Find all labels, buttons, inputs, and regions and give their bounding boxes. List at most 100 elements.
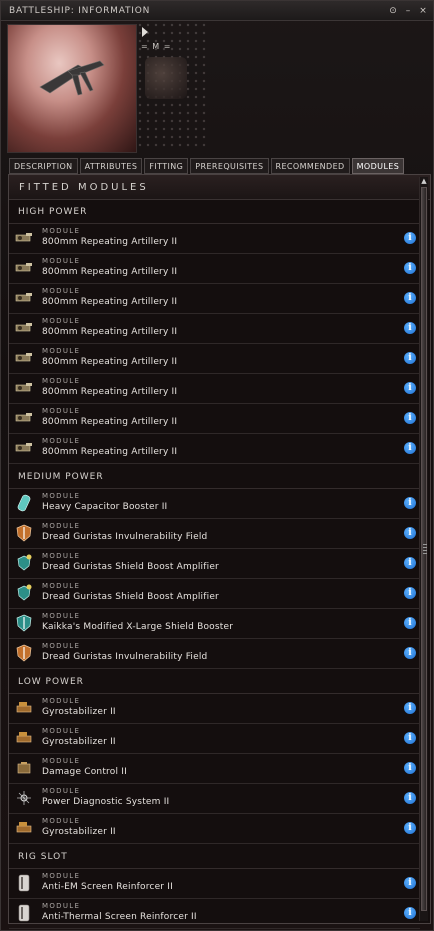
module-row[interactable]: MODULE 800mm Repeating Artillery II i [9, 374, 420, 404]
damage-control-icon[interactable] [14, 758, 34, 778]
info-icon[interactable]: i [404, 527, 416, 539]
artillery-icon[interactable] [14, 408, 34, 428]
tab-fitting[interactable]: FITTING [144, 158, 189, 174]
module-category: MODULE [42, 522, 81, 530]
module-row[interactable]: MODULE Heavy Capacitor Booster II i [9, 489, 420, 519]
tab-prerequisites[interactable]: PREREQUISITES [190, 158, 269, 174]
power-diagnostic-icon[interactable] [14, 788, 34, 808]
info-icon[interactable]: i [404, 732, 416, 744]
minimize-icon[interactable]: – [402, 5, 414, 17]
rig-icon[interactable] [14, 873, 34, 893]
artillery-icon[interactable] [14, 438, 34, 458]
scroll-up-icon[interactable]: ▲ [420, 177, 428, 185]
gyrostabilizer-icon[interactable] [14, 818, 34, 838]
corporation-ticker[interactable]: = M = [141, 42, 171, 51]
info-icon[interactable]: i [404, 442, 416, 454]
info-icon[interactable]: i [404, 352, 416, 364]
module-row[interactable]: MODULE Gyrostabilizer II i [9, 814, 420, 844]
gyrostabilizer-icon[interactable] [14, 698, 34, 718]
info-icon[interactable]: i [404, 557, 416, 569]
artillery-icon[interactable] [14, 288, 34, 308]
module-name: Anti-EM Screen Reinforcer II [42, 882, 173, 892]
tab-recommended[interactable]: RECOMMENDED [270, 158, 350, 174]
close-icon[interactable]: × [417, 5, 429, 17]
settings-icon[interactable]: ⊙ [387, 5, 399, 17]
module-name: Heavy Capacitor Booster II [42, 502, 168, 512]
info-icon[interactable]: i [404, 497, 416, 509]
module-row[interactable]: MODULE Gyrostabilizer II i [9, 724, 420, 754]
module-row[interactable]: MODULE 800mm Repeating Artillery II i [9, 284, 420, 314]
rig-icon[interactable] [14, 903, 34, 923]
shield-boost-amplifier-icon[interactable] [14, 583, 34, 603]
artillery-icon[interactable] [14, 348, 34, 368]
group-header[interactable]: RIG SLOT [9, 844, 420, 869]
invulnerability-field-icon[interactable] [14, 643, 34, 663]
module-name: 800mm Repeating Artillery II [42, 327, 178, 337]
capacitor-booster-icon[interactable] [14, 493, 34, 513]
module-row[interactable]: MODULE Kaikka's Modified X-Large Shield B… [9, 609, 420, 639]
title-bar[interactable]: BATTLESHIP: INFORMATION ⊙ – × [1, 1, 433, 21]
module-row[interactable]: MODULE 800mm Repeating Artillery II i [9, 254, 420, 284]
module-row[interactable]: MODULE 800mm Repeating Artillery II i [9, 404, 420, 434]
module-row[interactable]: MODULE Power Diagnostic System II i [9, 784, 420, 814]
info-icon[interactable]: i [404, 647, 416, 659]
info-icon[interactable]: i [404, 412, 416, 424]
group-header[interactable]: HIGH POWER [9, 199, 420, 224]
module-row[interactable]: MODULE Anti-Thermal Screen Reinforcer II i [9, 899, 420, 929]
group-header[interactable]: LOW POWER [9, 669, 420, 694]
module-row[interactable]: MODULE Dread Guristas Invulnerability Fie… [9, 519, 420, 549]
info-icon[interactable]: i [404, 877, 416, 889]
module-row[interactable]: MODULE 800mm Repeating Artillery II i [9, 314, 420, 344]
shield-booster-icon[interactable] [14, 613, 34, 633]
module-row[interactable]: MODULE 800mm Repeating Artillery II i [9, 224, 420, 254]
info-window: BATTLESHIP: INFORMATION ⊙ – × = M = DESC… [0, 0, 434, 931]
module-row[interactable]: MODULE 800mm Repeating Artillery II i [9, 434, 420, 464]
info-icon[interactable]: i [404, 262, 416, 274]
module-row[interactable]: MODULE Dread Guristas Shield Boost Amplif… [9, 549, 420, 579]
invulnerability-field-icon[interactable] [14, 523, 34, 543]
module-category: MODULE [42, 787, 81, 795]
tab-description[interactable]: DESCRIPTION [9, 158, 78, 174]
scrollbar[interactable]: ▲ [419, 177, 428, 921]
info-icon[interactable]: i [404, 762, 416, 774]
info-icon[interactable]: i [404, 822, 416, 834]
info-icon[interactable]: i [404, 617, 416, 629]
module-name: 800mm Repeating Artillery II [42, 357, 178, 367]
module-row[interactable]: MODULE Damage Control II i [9, 754, 420, 784]
info-icon[interactable]: i [404, 322, 416, 334]
module-row[interactable]: MODULE Anti-EM Screen Reinforcer II i [9, 869, 420, 899]
module-name: 800mm Repeating Artillery II [42, 447, 178, 457]
gyrostabilizer-icon[interactable] [14, 728, 34, 748]
artillery-icon[interactable] [14, 378, 34, 398]
module-row[interactable]: MODULE Gyrostabilizer II i [9, 694, 420, 724]
info-icon[interactable]: i [404, 907, 416, 919]
window-title: BATTLESHIP: INFORMATION [9, 5, 151, 16]
module-name: Power Diagnostic System II [42, 797, 170, 807]
info-icon[interactable]: i [404, 382, 416, 394]
module-name: Gyrostabilizer II [42, 827, 116, 837]
group-header[interactable]: MEDIUM POWER [9, 464, 420, 489]
artillery-icon[interactable] [14, 318, 34, 338]
tab-modules[interactable]: MODULES [351, 158, 405, 174]
module-row[interactable]: MODULE Dread Guristas Invulnerability Fie… [9, 639, 420, 669]
module-name: Damage Control II [42, 767, 127, 777]
shield-boost-amplifier-icon[interactable] [14, 553, 34, 573]
tab-attributes[interactable]: ATTRIBUTES [79, 158, 143, 174]
scroll-thumb[interactable] [421, 187, 427, 911]
module-category: MODULE [42, 227, 81, 235]
info-icon[interactable]: i [404, 587, 416, 599]
corporation-logo[interactable] [145, 57, 187, 99]
ship-portrait[interactable] [7, 24, 137, 153]
module-name: Gyrostabilizer II [42, 737, 116, 747]
info-icon[interactable]: i [404, 292, 416, 304]
info-icon[interactable]: i [404, 702, 416, 714]
module-category: MODULE [42, 642, 81, 650]
info-icon[interactable]: i [404, 792, 416, 804]
info-icon[interactable]: i [404, 232, 416, 244]
artillery-icon[interactable] [14, 258, 34, 278]
module-name: 800mm Repeating Artillery II [42, 267, 178, 277]
module-row[interactable]: MODULE Dread Guristas Shield Boost Amplif… [9, 579, 420, 609]
play-icon[interactable] [142, 27, 148, 37]
artillery-icon[interactable] [14, 228, 34, 248]
module-row[interactable]: MODULE 800mm Repeating Artillery II i [9, 344, 420, 374]
